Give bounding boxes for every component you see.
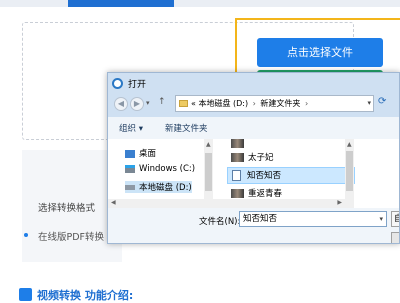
recent-locations-icon[interactable]: ▾ [146, 99, 150, 107]
video-thumbnail-icon [231, 153, 244, 162]
address-overflow[interactable]: « [191, 99, 196, 108]
refresh-icon[interactable]: ⟳ [378, 96, 386, 107]
filetype-select[interactable]: 自定 [391, 211, 399, 227]
online-pdf-text: 在线版PDF转换 [38, 232, 105, 243]
document-icon [232, 170, 241, 181]
scroll-left-icon[interactable]: ◀ [111, 199, 116, 206]
nav-item-label: 桌面 [139, 149, 157, 159]
file-name: 重返青春 [248, 189, 283, 199]
address-dropdown-icon[interactable]: ▾ [367, 96, 371, 111]
dialog-title: 打开 [128, 80, 147, 90]
video-thumbnail-icon [231, 189, 244, 198]
address-segment-drive[interactable]: 本地磁盘 (D:) [198, 99, 248, 108]
desktop-icon [125, 149, 135, 158]
scroll-up-icon[interactable]: ▲ [206, 141, 211, 148]
filename-value: 知否知否 [243, 214, 278, 224]
active-nav-tab[interactable] [68, 0, 174, 7]
open-file-dialog: 打开 ◀ ▶ ▾ ↑ « 本地磁盘 (D:) › 新建文件夹 › ▾ ⟳ 组织 … [107, 72, 400, 244]
bullet-icon [24, 233, 28, 237]
address-bar[interactable]: « 本地磁盘 (D:) › 新建文件夹 › ▾ [175, 95, 374, 112]
new-folder-button[interactable]: 新建文件夹 [165, 122, 208, 134]
nav-item-label: Windows (C:) [139, 164, 196, 174]
address-separator: › [304, 99, 309, 108]
scroll-thumb[interactable] [346, 151, 353, 191]
up-arrow-icon[interactable]: ↑ [158, 97, 166, 107]
address-separator: › [252, 99, 256, 108]
horizontal-scrollbar[interactable]: ◀ ▶ [108, 199, 345, 208]
list-item-partial[interactable] [229, 139, 355, 150]
nav-item-windows-c[interactable]: Windows (C:) [125, 164, 195, 174]
video-intro-title: 视频转换 功能介绍: [37, 289, 134, 302]
nav-item-label: 本地磁盘 (D:) [139, 183, 192, 193]
app-icon [112, 78, 123, 89]
list-item[interactable]: 太子妃 [229, 150, 355, 167]
address-segment-folder[interactable]: 新建文件夹 [260, 99, 300, 108]
nav-item-local-disk-d[interactable]: 本地磁盘 (D:) [125, 181, 192, 193]
scroll-up-icon[interactable]: ▲ [347, 141, 352, 148]
folder-icon [179, 100, 188, 107]
forward-arrow-icon[interactable]: ▶ [130, 97, 144, 111]
open-button[interactable] [391, 232, 399, 243]
top-nav-strip [0, 0, 400, 7]
back-arrow-icon[interactable]: ◀ [114, 97, 128, 111]
list-item-selected[interactable]: 知否知否 [227, 167, 355, 184]
file-name: 太子妃 [248, 153, 274, 163]
filename-label: 文件名(N): [199, 217, 241, 227]
nav-item-desktop[interactable]: 桌面 [125, 147, 156, 159]
dialog-footer: 文件名(N): 知否知否 ▾ 自定 [108, 208, 399, 243]
scroll-right-icon[interactable]: ▶ [337, 199, 342, 206]
scroll-thumb[interactable] [205, 153, 212, 191]
organize-button[interactable]: 组织 ▾ [119, 122, 143, 134]
windows-drive-icon [125, 164, 135, 173]
format-label: 选择转换格式 [38, 203, 96, 214]
video-thumbnail-icon [231, 139, 244, 148]
video-icon [19, 288, 32, 301]
file-name: 知否知否 [247, 171, 282, 181]
disk-drive-icon [125, 185, 135, 190]
filename-input[interactable]: 知否知否 ▾ [239, 211, 387, 227]
chevron-down-icon[interactable]: ▾ [379, 212, 383, 226]
dialog-toolbar: 组织 ▾ 新建文件夹 [108, 117, 399, 140]
